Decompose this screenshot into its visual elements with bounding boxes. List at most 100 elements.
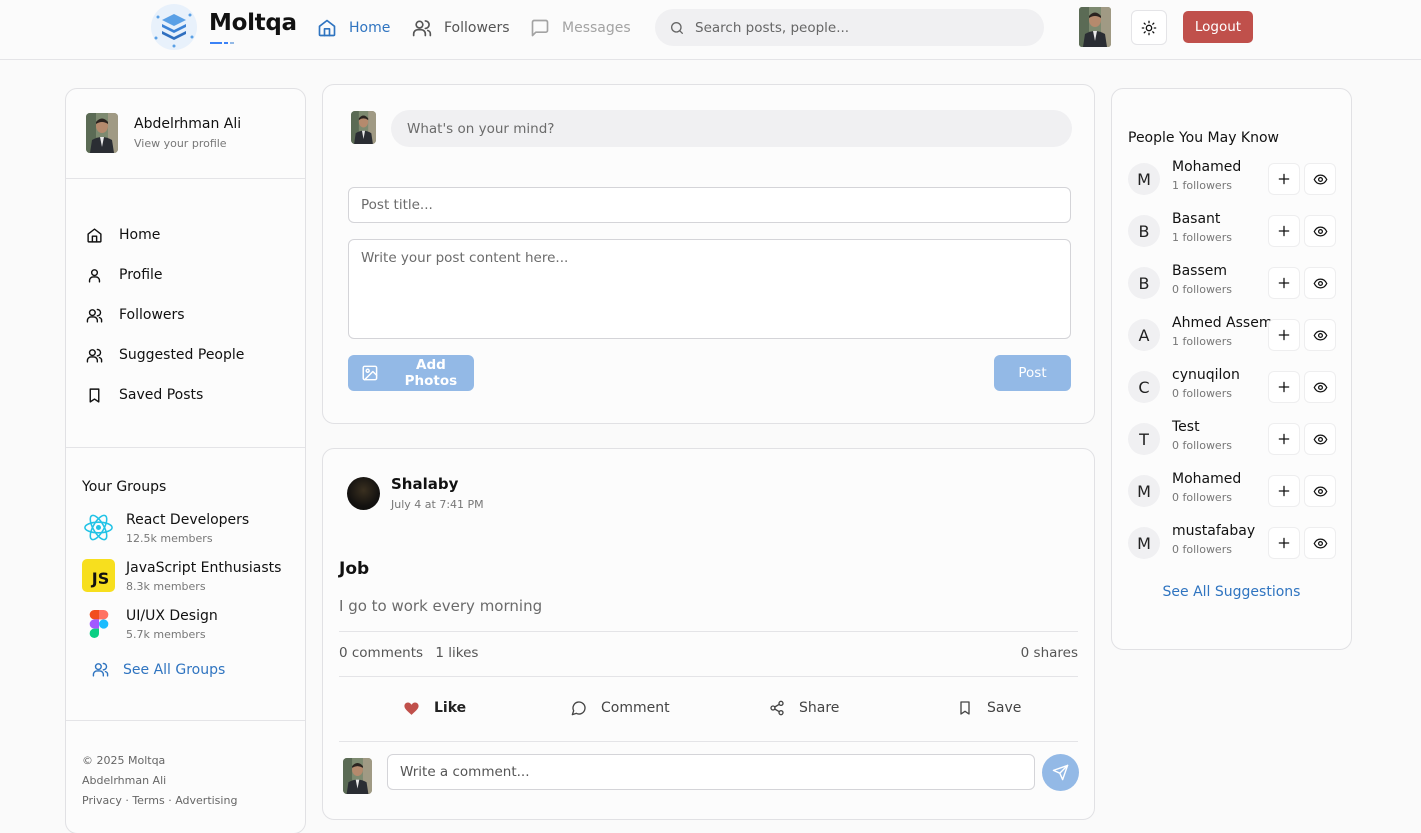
- view-profile-button[interactable]: [1304, 163, 1336, 195]
- sidebar-item-profile[interactable]: Profile: [86, 255, 244, 295]
- person-name[interactable]: cynuqilon: [1172, 367, 1240, 383]
- profile-link[interactable]: Abdelrhman Ali View your profile: [86, 113, 241, 153]
- sidebar-item-saved-posts[interactable]: Saved Posts: [86, 375, 244, 415]
- share-button[interactable]: Share: [769, 693, 839, 723]
- group-item[interactable]: UI/UX Design 5.7k members: [82, 607, 218, 641]
- person-name[interactable]: Bassem: [1172, 263, 1227, 279]
- view-profile-button[interactable]: [1304, 371, 1336, 403]
- follow-button[interactable]: [1268, 475, 1300, 507]
- avatar[interactable]: A: [1128, 319, 1160, 351]
- users-icon: [412, 20, 432, 37]
- person-followers: 0 followers: [1172, 491, 1232, 504]
- sidebar-item-home[interactable]: Home: [86, 215, 244, 255]
- follow-button[interactable]: [1268, 371, 1300, 403]
- follow-button[interactable]: [1268, 215, 1300, 247]
- like-button[interactable]: Like: [403, 693, 466, 723]
- add-photos-label: Add Photos: [404, 357, 458, 389]
- follow-button[interactable]: [1268, 527, 1300, 559]
- sun-icon: [1141, 20, 1157, 35]
- view-profile-button[interactable]: [1304, 475, 1336, 507]
- person-name[interactable]: Mohamed: [1172, 471, 1241, 487]
- send-icon: [1052, 764, 1069, 781]
- suggestion-item: Mmustafabay 0 followers: [1128, 523, 1338, 563]
- comment-icon: [571, 701, 586, 716]
- app-logo-icon[interactable]: [148, 2, 200, 52]
- avatar[interactable]: M: [1128, 163, 1160, 195]
- group-name: React Developers: [126, 512, 250, 528]
- profile-subtitle: View your profile: [134, 137, 227, 150]
- view-profile-button[interactable]: [1304, 423, 1336, 455]
- add-photos-button[interactable]: Add Photos: [348, 355, 474, 391]
- likes-count[interactable]: 1 likes: [435, 645, 478, 661]
- eye-icon: [1313, 330, 1327, 340]
- left-sidebar: Abdelrhman Ali View your profile Home Pr…: [65, 88, 306, 833]
- post-actions: Like Comment Share Save: [339, 693, 1078, 723]
- avatar[interactable]: B: [1128, 267, 1160, 299]
- post-composer: Add Photos Post: [322, 84, 1095, 424]
- post-button[interactable]: Post: [994, 355, 1071, 391]
- sidebar-item-label: Suggested People: [119, 347, 245, 363]
- post-timestamp: July 4 at 7:41 PM: [391, 498, 484, 511]
- react-icon: [82, 511, 115, 544]
- see-all-groups-label: See All Groups: [123, 661, 226, 678]
- view-profile-button[interactable]: [1304, 319, 1336, 351]
- search-input[interactable]: [695, 19, 1015, 36]
- see-all-suggestions-link[interactable]: See All Suggestions: [1112, 584, 1351, 600]
- nav-home-link[interactable]: Home: [317, 16, 390, 40]
- person-name[interactable]: Test: [1172, 419, 1200, 435]
- avatar[interactable]: M: [1128, 527, 1160, 559]
- person-name[interactable]: Ahmed Assem: [1172, 315, 1272, 331]
- sidebar-item-label: Profile: [119, 267, 163, 283]
- avatar[interactable]: M: [1128, 475, 1160, 507]
- comment-input[interactable]: [387, 754, 1035, 790]
- post-title-input[interactable]: [348, 187, 1071, 223]
- bookmark-icon: [89, 387, 100, 403]
- follow-button[interactable]: [1268, 423, 1300, 455]
- view-profile-button[interactable]: [1304, 267, 1336, 299]
- user-avatar[interactable]: [1079, 7, 1111, 47]
- follow-button[interactable]: [1268, 319, 1300, 351]
- save-button[interactable]: Save: [957, 693, 1021, 723]
- group-item[interactable]: JS JavaScript Enthusiasts 8.3k members: [82, 559, 281, 593]
- suggestion-item: B Bassem 0 followers: [1128, 263, 1338, 303]
- person-followers: 0 followers: [1172, 283, 1232, 296]
- eye-icon: [1313, 174, 1327, 184]
- group-members: 12.5k members: [126, 532, 213, 545]
- app-name[interactable]: Moltqa: [209, 10, 297, 36]
- footer-links[interactable]: Privacy · Terms · Advertising: [82, 791, 237, 811]
- people-you-may-know-title: People You May Know: [1128, 130, 1280, 146]
- home-icon: [318, 19, 336, 37]
- see-all-groups-link[interactable]: See All Groups: [92, 661, 225, 678]
- sidebar-item-followers[interactable]: Followers: [86, 295, 244, 335]
- person-name[interactable]: Mohamed: [1172, 159, 1241, 175]
- post-author-name[interactable]: Shalaby: [391, 475, 458, 493]
- view-profile-button[interactable]: [1304, 215, 1336, 247]
- eye-icon: [1313, 226, 1327, 236]
- post-author-avatar[interactable]: [347, 477, 380, 510]
- suggestion-item: A Ahmed Assem 1 followers: [1128, 315, 1338, 355]
- follow-button[interactable]: [1268, 163, 1300, 195]
- whats-on-mind-input[interactable]: [391, 110, 1072, 147]
- eye-icon: [1313, 278, 1327, 288]
- post-content-textarea[interactable]: [348, 239, 1071, 339]
- avatar[interactable]: B: [1128, 215, 1160, 247]
- avatar[interactable]: C: [1128, 371, 1160, 403]
- nav-followers-link[interactable]: Followers: [412, 16, 510, 40]
- group-item[interactable]: React Developers 12.5k members: [82, 511, 249, 545]
- suggestion-item: M Mohamed 1 followers: [1128, 159, 1338, 199]
- person-name[interactable]: mustafabay: [1172, 523, 1255, 539]
- nav-home-label: Home: [349, 20, 391, 36]
- comments-count[interactable]: 0 comments: [339, 645, 423, 661]
- follow-button[interactable]: [1268, 267, 1300, 299]
- view-profile-button[interactable]: [1304, 527, 1336, 559]
- nav-messages-link[interactable]: Messages: [530, 16, 631, 40]
- send-comment-button[interactable]: [1042, 754, 1079, 791]
- comment-button[interactable]: Comment: [571, 693, 670, 723]
- plus-icon: [1278, 433, 1290, 445]
- person-name[interactable]: Basant: [1172, 211, 1220, 227]
- theme-toggle-button[interactable]: [1131, 10, 1167, 45]
- logout-button[interactable]: Logout: [1183, 11, 1253, 43]
- avatar[interactable]: T: [1128, 423, 1160, 455]
- composer-avatar: [351, 111, 376, 144]
- sidebar-item-suggested-people[interactable]: Suggested People: [86, 335, 244, 375]
